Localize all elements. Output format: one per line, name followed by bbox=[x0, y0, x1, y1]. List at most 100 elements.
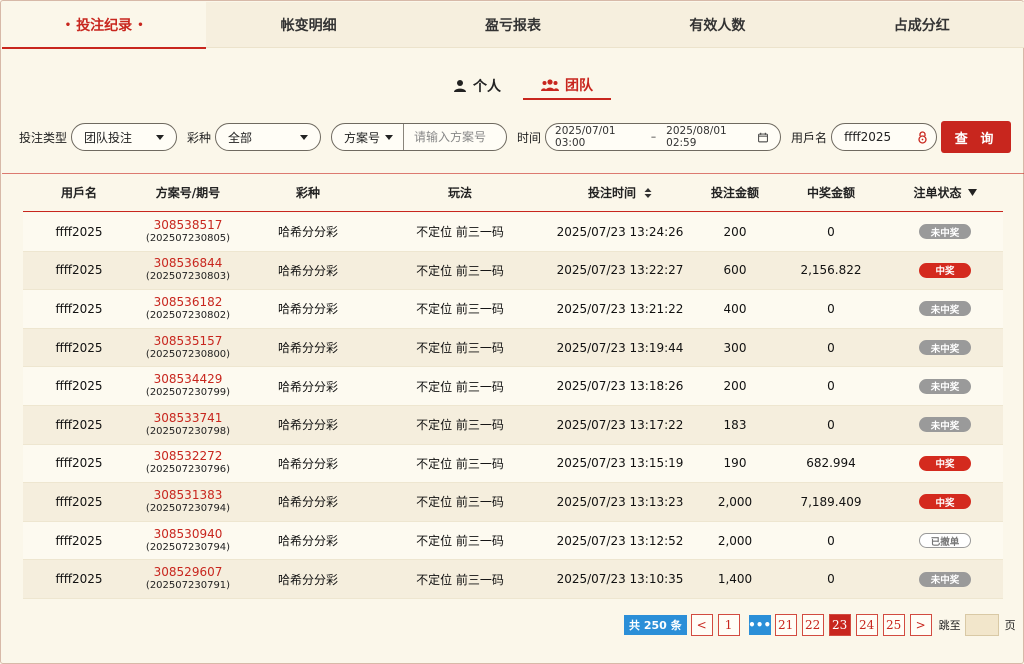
date-end: 2025/08/01 02:59 bbox=[666, 125, 727, 149]
cell-username: ffff2025 bbox=[55, 224, 103, 239]
page-button[interactable]: 25 bbox=[882, 614, 905, 636]
cell-bet-time: 2025/07/23 13:18:26 bbox=[556, 379, 684, 394]
table-row[interactable]: ffff2025 308538517 (202507230805) 哈希分分彩 不定位 … bbox=[23, 213, 1003, 252]
jump-page-input[interactable] bbox=[964, 614, 999, 636]
calendar-icon bbox=[758, 132, 768, 142]
username-input[interactable]: ffff2025 bbox=[831, 123, 938, 151]
cell-lottery: 哈希分分彩 bbox=[277, 456, 338, 471]
table-row[interactable]: ffff2025 308530940 (202507230794) 哈希分分彩 不定位 … bbox=[23, 521, 1003, 561]
cell-win-amount: 0 bbox=[827, 340, 835, 355]
plan-number-link[interactable]: 308536182 bbox=[154, 295, 223, 309]
plan-number-link[interactable]: 308529607 bbox=[154, 566, 223, 579]
cell-plan-issue: 308529607 (202507230791) bbox=[135, 566, 241, 592]
current-page-button[interactable]: 23 bbox=[828, 614, 851, 636]
tab-personal[interactable]: 个人 bbox=[441, 72, 513, 100]
cell-bet-amount: 300 bbox=[723, 340, 747, 355]
cell-play: 不定位 前三一码 bbox=[416, 341, 504, 356]
issue-number: (202507230791) bbox=[145, 580, 231, 592]
tab-active-users[interactable]: 有效人数 bbox=[615, 2, 819, 48]
lock-icon[interactable] bbox=[917, 131, 928, 144]
plan-type-select[interactable]: 方案号 bbox=[332, 124, 405, 150]
bet-type-select[interactable]: 团队投注 bbox=[71, 123, 178, 151]
filter-down-icon[interactable] bbox=[967, 189, 977, 196]
lottery-label: 彩种 bbox=[187, 130, 212, 145]
issue-number: (202507230796) bbox=[145, 464, 231, 476]
pagination: 共 250 条 < 1 ••• 21 22 23 24 25 > 跳至 页 bbox=[624, 614, 1020, 636]
plan-number-link[interactable]: 308530940 bbox=[154, 527, 223, 541]
cell-bet-amount: 400 bbox=[723, 301, 747, 316]
prev-page-button[interactable]: < bbox=[690, 614, 713, 636]
table-row[interactable]: ffff2025 308529607 (202507230791) 哈希分分彩 不定位 … bbox=[23, 560, 1003, 599]
username-value: ffff2025 bbox=[844, 130, 892, 144]
cell-status: 已撤单 bbox=[887, 533, 1003, 549]
table-row[interactable]: ffff2025 308536844 (202507230803) 哈希分分彩 不定位 … bbox=[23, 251, 1003, 291]
cell-status: 未中奖 bbox=[887, 224, 1003, 240]
page-button[interactable]: 22 bbox=[801, 614, 824, 636]
plan-number-link[interactable]: 308538517 bbox=[154, 218, 223, 232]
tab-bet-records[interactable]: • 投注纪录 • bbox=[2, 2, 207, 49]
bet-type-value: 团队投注 bbox=[84, 130, 133, 145]
cell-lottery: 哈希分分彩 bbox=[277, 534, 338, 549]
plan-number-input[interactable] bbox=[404, 124, 507, 150]
cell-win-amount: 0 bbox=[827, 379, 835, 394]
cell-username: ffff2025 bbox=[55, 533, 103, 548]
header-status[interactable]: 注单状态 bbox=[887, 184, 1003, 201]
sort-icon[interactable] bbox=[644, 187, 652, 198]
next-page-button[interactable]: > bbox=[909, 614, 932, 636]
cell-bet-amount: 200 bbox=[723, 224, 747, 239]
cell-username: ffff2025 bbox=[55, 379, 103, 394]
cell-win-amount: 0 bbox=[827, 417, 835, 432]
plan-type-value: 方案号 bbox=[344, 130, 381, 145]
tab-profit-report[interactable]: 盈亏报表 bbox=[411, 2, 615, 48]
page-button[interactable]: 24 bbox=[855, 614, 878, 636]
cell-bet-time: 2025/07/23 13:21:22 bbox=[556, 301, 684, 316]
header-win-amount: 中奖金额 bbox=[806, 186, 855, 200]
more-pages-icon[interactable]: ••• bbox=[748, 615, 771, 635]
table-row[interactable]: ffff2025 308535157 (202507230800) 哈希分分彩 不定位 … bbox=[23, 328, 1003, 368]
cell-bet-time: 2025/07/23 13:19:44 bbox=[556, 340, 684, 355]
filter-bar: 投注类型 团队投注 彩种 全部 方案号 时间 2025/07/01 03:00 … bbox=[19, 121, 1015, 153]
caret-down-icon bbox=[385, 135, 394, 140]
cell-lottery: 哈希分分彩 bbox=[277, 263, 338, 278]
table-row[interactable]: ffff2025 308536182 (202507230802) 哈希分分彩 不定位 … bbox=[23, 290, 1003, 329]
cell-win-amount: 682.994 bbox=[806, 456, 856, 471]
plan-number-link[interactable]: 308533741 bbox=[154, 411, 223, 425]
cell-bet-time: 2025/07/23 13:10:35 bbox=[556, 572, 684, 587]
table-row[interactable]: ffff2025 308534429 (202507230799) 哈希分分彩 不定位 … bbox=[23, 367, 1003, 406]
status-badge: 未中奖 bbox=[919, 417, 971, 433]
plan-number-link[interactable]: 308534429 bbox=[154, 373, 223, 386]
cell-status: 未中奖 bbox=[887, 378, 1003, 394]
status-badge: 未中奖 bbox=[919, 571, 971, 587]
plan-number-link[interactable]: 308535157 bbox=[154, 334, 223, 348]
cell-username: ffff2025 bbox=[55, 263, 103, 278]
tab-team[interactable]: 团队 bbox=[523, 72, 611, 100]
cell-win-amount: 0 bbox=[827, 572, 835, 587]
tab-team-label: 团队 bbox=[565, 78, 593, 94]
tab-label: 帐变明细 bbox=[280, 18, 337, 34]
table-row[interactable]: ffff2025 308531383 (202507230794) 哈希分分彩 不定位 … bbox=[23, 483, 1003, 522]
header-bet-time[interactable]: 投注时间 bbox=[545, 184, 695, 201]
plan-number-link[interactable]: 308536844 bbox=[154, 257, 223, 270]
date-range-picker[interactable]: 2025/07/01 03:00 – 2025/08/01 02:59 bbox=[545, 123, 782, 151]
cell-username: ffff2025 bbox=[55, 417, 103, 432]
cell-bet-amount: 2,000 bbox=[717, 494, 753, 509]
status-badge: 已撤单 bbox=[919, 533, 971, 549]
tab-account-changes[interactable]: 帐变明细 bbox=[206, 2, 410, 48]
tab-share-dividend[interactable]: 占成分红 bbox=[820, 2, 1024, 48]
cell-win-amount: 0 bbox=[827, 533, 835, 548]
tab-dot-left-icon: • bbox=[64, 19, 72, 31]
caret-down-icon bbox=[300, 135, 309, 140]
plan-number-link[interactable]: 308531383 bbox=[154, 488, 223, 502]
page-button[interactable]: 1 bbox=[717, 614, 740, 636]
plan-number-link[interactable]: 308532272 bbox=[154, 450, 223, 463]
page-suffix: 页 bbox=[1004, 619, 1016, 632]
bet-type-label: 投注类型 bbox=[19, 130, 68, 145]
query-button[interactable]: 查 询 bbox=[941, 121, 1012, 153]
table-row[interactable]: ffff2025 308532272 (202507230796) 哈希分分彩 不定位 … bbox=[23, 444, 1003, 484]
cell-username: ffff2025 bbox=[55, 572, 103, 587]
table-row[interactable]: ffff2025 308533741 (202507230798) 哈希分分彩 不定位 … bbox=[23, 405, 1003, 445]
page-button[interactable]: 21 bbox=[774, 614, 797, 636]
cell-lottery: 哈希分分彩 bbox=[277, 225, 338, 240]
lottery-select[interactable]: 全部 bbox=[215, 123, 322, 151]
tab-label: 投注纪录 bbox=[76, 18, 133, 34]
